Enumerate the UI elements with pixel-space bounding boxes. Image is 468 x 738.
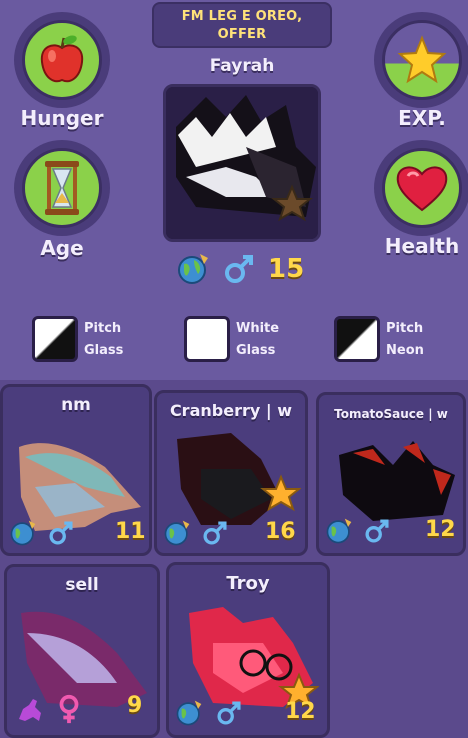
- pet-image: [189, 607, 319, 710]
- inventory-card[interactable]: nm 11: [0, 384, 152, 556]
- inventory-card[interactable]: Cranberry | w 16: [154, 390, 308, 556]
- trait-1-label: Pitch Glass: [84, 321, 124, 358]
- age-stat[interactable]: [14, 140, 110, 236]
- hunger-stat[interactable]: [14, 12, 110, 108]
- pet-name: Fayrah: [209, 56, 275, 76]
- globe-icon: [10, 520, 36, 546]
- pet-portrait: [163, 84, 321, 242]
- exp-label: EXP.: [398, 106, 446, 130]
- pet-attributes: 15: [176, 252, 304, 286]
- male-icon: [203, 521, 227, 545]
- pet-image: [177, 433, 301, 525]
- pet-image: [339, 441, 455, 521]
- exp-stat[interactable]: [374, 12, 468, 108]
- inventory-card[interactable]: TomatoSauce | w 12: [316, 392, 466, 556]
- pet-image: [166, 87, 318, 239]
- health-label: Health: [384, 234, 460, 258]
- card-name: Cranberry | w: [169, 401, 293, 420]
- trait-pitch-neon-swatch: [334, 316, 380, 362]
- trait-white-glass-swatch: [184, 316, 230, 362]
- health-stat[interactable]: [374, 140, 468, 236]
- globe-icon: [326, 518, 352, 544]
- card-name: nm: [61, 395, 91, 415]
- male-icon: [225, 255, 253, 283]
- trait-pitch-glass-swatch: [32, 316, 78, 362]
- banner-line-2: OFFER: [217, 27, 267, 42]
- card-age: 9: [127, 693, 143, 718]
- inventory-card[interactable]: Troy 12: [166, 562, 330, 738]
- card-age: 12: [425, 517, 456, 542]
- heart-icon: [396, 166, 448, 212]
- globe-icon: [178, 254, 208, 284]
- card-age: 16: [265, 519, 296, 544]
- dinosaur-icon: [19, 699, 41, 721]
- card-age: 11: [115, 519, 146, 544]
- star-icon: [397, 35, 447, 84]
- trait-3-label: Pitch Neon: [386, 321, 424, 358]
- banner-line-1: FM LEG E OREO,: [181, 9, 303, 24]
- trait-2-label: White Glass: [236, 321, 280, 358]
- trade-banner: FM LEG E OREO, OFFER: [152, 2, 332, 48]
- apple-icon: [40, 35, 84, 83]
- inventory-card[interactable]: sell 9: [4, 564, 160, 738]
- male-icon: [365, 519, 389, 543]
- male-icon: [49, 521, 73, 545]
- card-name: Troy: [226, 573, 270, 594]
- age-label: Age: [40, 236, 84, 260]
- globe-icon: [176, 700, 202, 726]
- card-name: TomatoSauce | w: [334, 407, 448, 421]
- card-name: sell: [65, 575, 99, 595]
- hourglass-icon: [45, 161, 79, 215]
- globe-icon: [164, 520, 190, 546]
- hunger-label: Hunger: [20, 106, 104, 130]
- pet-age: 15: [268, 254, 305, 284]
- female-icon: [59, 694, 79, 724]
- card-age: 12: [285, 699, 316, 724]
- male-icon: [217, 701, 241, 725]
